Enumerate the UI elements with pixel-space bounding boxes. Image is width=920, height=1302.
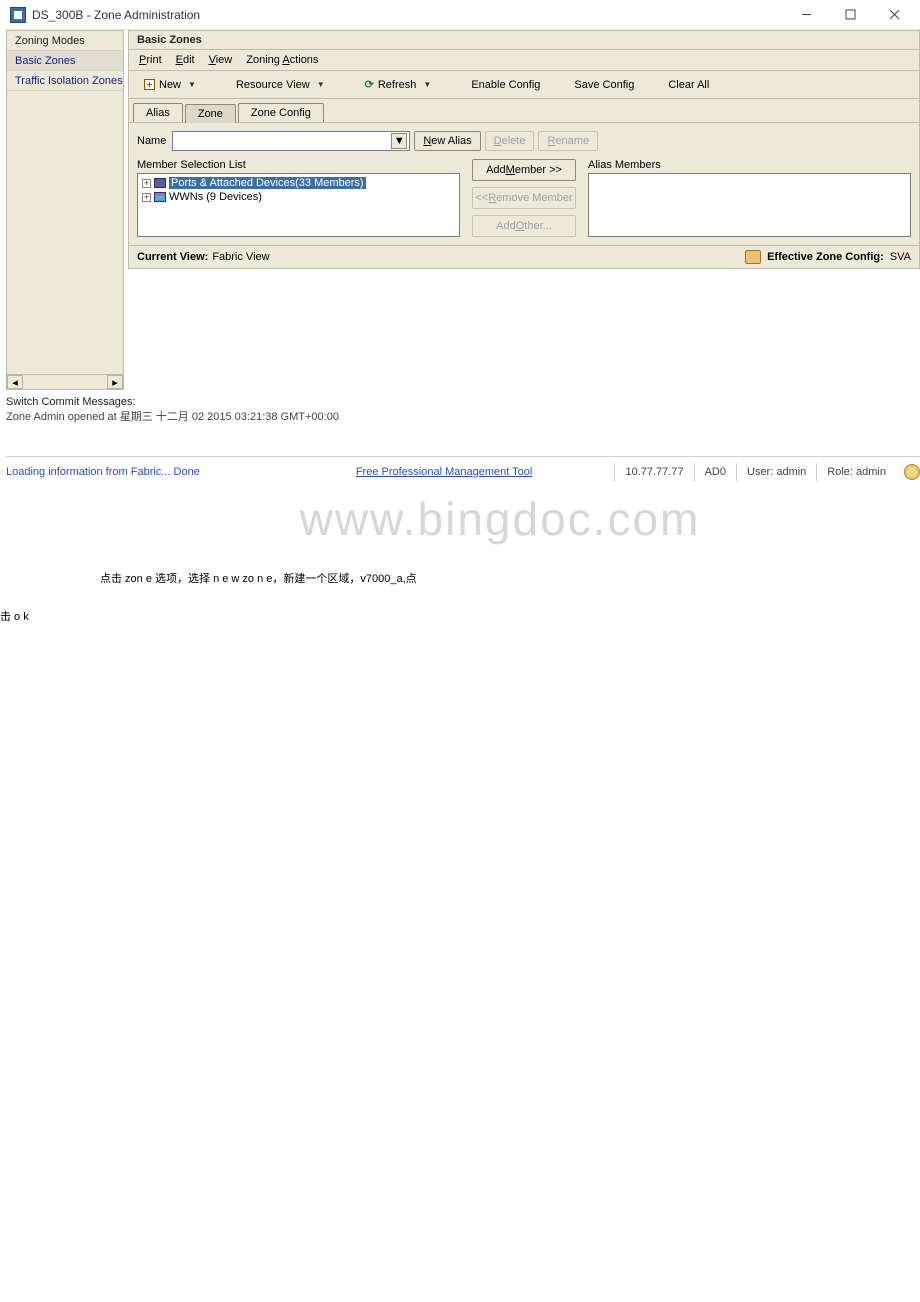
loading-text: Loading information from Fabric... Done bbox=[6, 466, 200, 478]
current-view-value: Fabric View bbox=[212, 251, 269, 263]
member-selection-list[interactable]: + Ports & Attached Devices(33 Members) +… bbox=[137, 173, 460, 237]
messages-line: Zone Admin opened at 星期三 十二月 02 2015 03:… bbox=[6, 408, 920, 424]
status-ip: 10.77.77.77 bbox=[614, 463, 693, 481]
member-selection-title: Member Selection List bbox=[137, 159, 460, 171]
minimize-button[interactable] bbox=[784, 1, 828, 29]
menu-print[interactable]: Print bbox=[133, 52, 168, 68]
menu-zoning-actions[interactable]: Zoning Actions bbox=[240, 52, 324, 68]
panel-title: Basic Zones bbox=[128, 30, 920, 50]
remove-member-button: << Remove Member bbox=[472, 187, 576, 209]
refresh-label: Refresh bbox=[378, 79, 417, 91]
chevron-down-icon[interactable]: ▼ bbox=[391, 133, 407, 149]
print-icon[interactable] bbox=[745, 250, 761, 264]
sidebar: Zoning Modes Basic Zones Traffic Isolati… bbox=[6, 30, 124, 390]
current-view-label: Current View: bbox=[137, 251, 208, 263]
sidebar-item-traffic-isolation[interactable]: Traffic Isolation Zones bbox=[7, 71, 123, 91]
enable-config-button[interactable]: Enable Config bbox=[462, 76, 549, 94]
expand-icon[interactable]: + bbox=[142, 193, 151, 202]
clear-all-button[interactable]: Clear All bbox=[659, 76, 718, 94]
toolbar: New ▼ Resource View ▼ ⟳ Refresh ▼ Enable… bbox=[128, 71, 920, 99]
refresh-icon: ⟳ bbox=[365, 78, 374, 91]
sidebar-header-zoning-modes: Zoning Modes bbox=[7, 31, 123, 51]
new-button[interactable]: New ▼ bbox=[135, 76, 205, 94]
chevron-down-icon: ▼ bbox=[317, 80, 325, 89]
new-label: New bbox=[159, 79, 181, 91]
delete-button: Delete bbox=[485, 131, 535, 151]
refresh-button[interactable]: ⟳ Refresh ▼ bbox=[356, 75, 441, 94]
close-button[interactable] bbox=[872, 1, 916, 29]
effective-zone-value: SVA bbox=[890, 251, 911, 263]
wwn-icon bbox=[154, 192, 166, 202]
watermark: www.bingdoc.com bbox=[180, 492, 820, 546]
chevron-down-icon: ▼ bbox=[188, 80, 196, 89]
instruction-text: 点击 zon e 选项，选择 n e w zo n e，新建一个区域，v7000… bbox=[0, 560, 920, 636]
tree-label: WWNs (9 Devices) bbox=[169, 191, 262, 203]
management-tool-link[interactable]: Free Professional Management Tool bbox=[356, 466, 533, 478]
status-ad: AD0 bbox=[694, 463, 736, 481]
plus-icon bbox=[144, 79, 155, 90]
status-user: User: admin bbox=[736, 463, 816, 481]
menubar: Print Edit View Zoning Actions bbox=[128, 50, 920, 71]
tab-zone-config[interactable]: Zone Config bbox=[238, 103, 324, 122]
tree-item-ports[interactable]: + Ports & Attached Devices(33 Members) bbox=[140, 176, 457, 190]
coin-icon bbox=[904, 464, 920, 480]
resource-view-button[interactable]: Resource View ▼ bbox=[227, 76, 334, 94]
menu-edit[interactable]: Edit bbox=[170, 52, 201, 68]
tree-item-wwns[interactable]: + WWNs (9 Devices) bbox=[140, 190, 457, 204]
tab-alias[interactable]: Alias bbox=[133, 103, 183, 122]
status-role: Role: admin bbox=[816, 463, 896, 481]
transfer-buttons: Add Member >> << Remove Member Add Other… bbox=[470, 159, 578, 237]
save-config-button[interactable]: Save Config bbox=[565, 76, 643, 94]
add-other-button: Add Other... bbox=[472, 215, 576, 237]
rename-button: Rename bbox=[538, 131, 598, 151]
messages-title: Switch Commit Messages: bbox=[6, 396, 920, 408]
chevron-down-icon: ▼ bbox=[423, 80, 431, 89]
scroll-right-icon[interactable]: ▸ bbox=[107, 375, 123, 389]
scroll-left-icon[interactable]: ◂ bbox=[7, 375, 23, 389]
effective-zone-label: Effective Zone Config: bbox=[767, 251, 884, 263]
tab-zone[interactable]: Zone bbox=[185, 104, 236, 123]
add-member-button[interactable]: Add Member >> bbox=[472, 159, 576, 181]
ports-icon bbox=[154, 178, 166, 188]
tabstrip: Alias Zone Zone Config bbox=[128, 99, 920, 123]
instruction-line1: 点击 zon e 选项，选择 n e w zo n e，新建一个区域，v7000… bbox=[0, 560, 920, 598]
alias-members-list[interactable] bbox=[588, 173, 911, 237]
scroll-track[interactable] bbox=[23, 375, 107, 389]
menu-view[interactable]: View bbox=[203, 52, 239, 68]
statusbar: Loading information from Fabric... Done … bbox=[6, 456, 920, 480]
expand-icon[interactable]: + bbox=[142, 179, 151, 188]
resource-view-label: Resource View bbox=[236, 79, 310, 91]
new-alias-button[interactable]: New Alias bbox=[414, 131, 480, 151]
maximize-button[interactable] bbox=[828, 1, 872, 29]
panel-footer: Current View: Fabric View Effective Zone… bbox=[128, 246, 920, 269]
name-label: Name bbox=[137, 135, 166, 147]
sidebar-scrollbar[interactable]: ◂ ▸ bbox=[6, 374, 124, 390]
sidebar-item-basic-zones[interactable]: Basic Zones bbox=[7, 51, 123, 71]
tree-label: Ports & Attached Devices(33 Members) bbox=[169, 177, 366, 189]
alias-members-title: Alias Members bbox=[588, 159, 911, 171]
instruction-line2: 击 o k bbox=[0, 598, 920, 636]
app-icon bbox=[10, 7, 26, 23]
name-select[interactable]: ▼ bbox=[172, 131, 410, 151]
window-title: DS_300B - Zone Administration bbox=[32, 8, 784, 22]
